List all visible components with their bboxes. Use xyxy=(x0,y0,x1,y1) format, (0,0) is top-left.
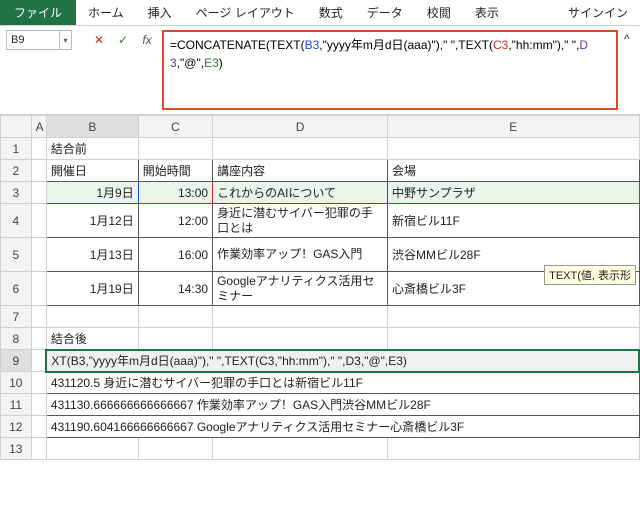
cell[interactable]: 431120.5 身近に潜むサイバー犯罪の手口とは新宿ビル11F xyxy=(46,372,639,394)
cell[interactable]: 開催日 xyxy=(46,160,138,182)
cell[interactable]: 結合前 xyxy=(46,138,138,160)
name-box[interactable]: B9 xyxy=(6,30,60,50)
row-header[interactable]: 11 xyxy=(1,394,32,416)
formula-tooltip: TEXT(値, 表示形 xyxy=(544,265,636,285)
cell[interactable]: 16:00 xyxy=(138,238,212,272)
ribbon-tabs: ファイル ホーム 挿入 ページ レイアウト 数式 データ 校閲 表示 サインイン xyxy=(0,0,640,26)
row-header[interactable]: 3 xyxy=(1,182,32,204)
cell[interactable] xyxy=(213,328,388,350)
cell[interactable] xyxy=(388,438,640,460)
row-header[interactable]: 12 xyxy=(1,416,32,438)
cell-D3[interactable]: これからのAIについて xyxy=(213,182,388,204)
row-header[interactable]: 7 xyxy=(1,306,32,328)
cell-E3[interactable]: 中野サンプラザ xyxy=(388,182,640,204)
cell[interactable]: 開始時間 xyxy=(138,160,212,182)
cell[interactable]: 会場 xyxy=(388,160,640,182)
cell[interactable]: 431190.604166666666667 Googleアナリティクス活用セミ… xyxy=(46,416,639,438)
row-header[interactable]: 4 xyxy=(1,204,32,238)
spreadsheet-grid[interactable]: A B C D E 1 結合前 2 開催日 開始時間 講座内容 xyxy=(0,115,640,460)
row-header[interactable]: 10 xyxy=(1,372,32,394)
cell[interactable] xyxy=(388,328,640,350)
cell[interactable] xyxy=(31,438,46,460)
tab-home[interactable]: ホーム xyxy=(76,0,136,25)
cell[interactable] xyxy=(388,306,640,328)
cell[interactable]: 431130.666666666666667 作業効率アップ！GAS入門渋谷MM… xyxy=(46,394,639,416)
cell[interactable]: Googleアナリティクス活用セミナー xyxy=(213,272,388,306)
cell[interactable]: 1月12日 xyxy=(46,204,138,238)
cell[interactable] xyxy=(31,204,46,238)
fx-icon[interactable]: fx xyxy=(138,30,156,50)
cell[interactable] xyxy=(46,438,138,460)
cell[interactable] xyxy=(31,160,46,182)
col-header-E[interactable]: E xyxy=(388,116,640,138)
tab-insert[interactable]: 挿入 xyxy=(136,0,184,25)
tab-review[interactable]: 校閲 xyxy=(415,0,463,25)
signin-link[interactable]: サインイン xyxy=(556,0,640,25)
tab-pagelayout[interactable]: ページ レイアウト xyxy=(184,0,307,25)
cell[interactable]: 講座内容 xyxy=(213,160,388,182)
cell-B9[interactable]: XT(B3,"yyyy年m月d日(aaa)")," ",TEXT(C3,"hh:… xyxy=(46,350,639,372)
cell[interactable] xyxy=(31,394,46,416)
cell[interactable]: 14:30 xyxy=(138,272,212,306)
formula-bar: B9 ▾ ✕ ✓ fx =CONCATENATE(TEXT(B3,"yyyy年m… xyxy=(0,26,640,115)
select-all-corner[interactable] xyxy=(1,116,32,138)
tab-view[interactable]: 表示 xyxy=(463,0,511,25)
cell[interactable] xyxy=(213,306,388,328)
cell[interactable] xyxy=(31,372,46,394)
cell[interactable] xyxy=(31,182,46,204)
sheet-area: TEXT(値, 表示形 A B C D E 1 結合前 xyxy=(0,115,640,460)
cell[interactable] xyxy=(31,328,46,350)
col-header-B[interactable]: B xyxy=(46,116,138,138)
cell[interactable] xyxy=(138,438,212,460)
name-box-dropdown[interactable]: ▾ xyxy=(60,30,72,50)
cell[interactable] xyxy=(31,350,46,372)
col-header-A[interactable]: A xyxy=(31,116,46,138)
cell[interactable] xyxy=(138,328,212,350)
cell[interactable] xyxy=(138,306,212,328)
formula-input[interactable]: =CONCATENATE(TEXT(B3,"yyyy年m月d日(aaa)"),"… xyxy=(162,30,618,110)
row-header[interactable]: 2 xyxy=(1,160,32,182)
cell-B3[interactable]: 1月9日 xyxy=(46,182,138,204)
cell[interactable]: 身近に潜むサイバー犯罪の手口とは xyxy=(213,204,388,238)
cell[interactable]: 12:00 xyxy=(138,204,212,238)
cell[interactable] xyxy=(213,138,388,160)
row-header[interactable]: 5 xyxy=(1,238,32,272)
col-header-C[interactable]: C xyxy=(138,116,212,138)
formula-cancel-icon[interactable]: ✕ xyxy=(90,30,108,50)
cell[interactable]: 結合後 xyxy=(46,328,138,350)
tab-data[interactable]: データ xyxy=(355,0,415,25)
cell[interactable]: 1月19日 xyxy=(46,272,138,306)
cell[interactable]: 作業効率アップ！GAS入門 xyxy=(213,238,388,272)
cell[interactable]: 1月13日 xyxy=(46,238,138,272)
row-header[interactable]: 6 xyxy=(1,272,32,306)
cell[interactable] xyxy=(31,306,46,328)
cell[interactable] xyxy=(138,138,212,160)
cell[interactable] xyxy=(31,416,46,438)
cell-C3[interactable]: 13:00 xyxy=(138,182,212,204)
col-header-D[interactable]: D xyxy=(213,116,388,138)
file-tab[interactable]: ファイル xyxy=(0,0,76,25)
row-header[interactable]: 9 xyxy=(1,350,32,372)
cell[interactable] xyxy=(213,438,388,460)
cell[interactable] xyxy=(388,138,640,160)
tab-formulas[interactable]: 数式 xyxy=(307,0,355,25)
cell[interactable] xyxy=(31,238,46,272)
formula-expand-icon[interactable]: ^ xyxy=(624,32,630,46)
row-header[interactable]: 13 xyxy=(1,438,32,460)
row-header[interactable]: 1 xyxy=(1,138,32,160)
cell[interactable] xyxy=(31,272,46,306)
row-header[interactable]: 8 xyxy=(1,328,32,350)
cell[interactable] xyxy=(31,138,46,160)
formula-confirm-icon[interactable]: ✓ xyxy=(114,30,132,50)
cell[interactable]: 新宿ビル11F xyxy=(388,204,640,238)
cell[interactable] xyxy=(46,306,138,328)
